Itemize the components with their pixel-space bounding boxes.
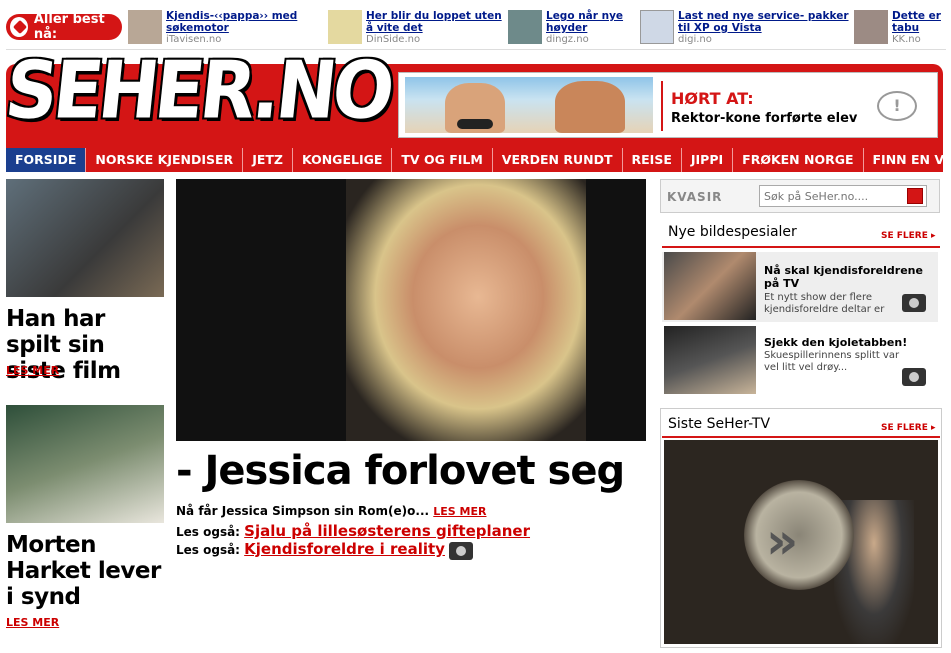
- article-image[interactable]: [6, 179, 164, 297]
- item-title[interactable]: Nå skal kjendisforeldrene på TV: [764, 264, 934, 290]
- speech-bubble-icon: !: [877, 91, 917, 121]
- related-link[interactable]: Sjalu på lillesøsterens gifteplaner: [244, 522, 530, 540]
- main-nav: FORSIDE NORSKE KJENDISER JETZ KONGELIGE …: [6, 148, 951, 172]
- nav-item-reise[interactable]: REISE: [623, 148, 682, 172]
- nav-item-norske-kjendiser[interactable]: NORSKE KJENDISER: [86, 148, 244, 172]
- aller-badge-label: Aller best nå:: [33, 12, 105, 42]
- nav-item-froken-norge[interactable]: FRØKEN NORGE: [733, 148, 864, 172]
- banner-photo: [405, 77, 653, 133]
- banner-divider: [661, 81, 663, 131]
- main-lead-text: Nå får Jessica Simpson sin Rom(e)o...: [176, 504, 430, 518]
- nav-item-jetz[interactable]: JETZ: [243, 148, 293, 172]
- nav-item-tv-og-film[interactable]: TV OG FILM: [392, 148, 493, 172]
- promo-item[interactable]: Last ned nye service- pakker til XP og V…: [640, 10, 850, 50]
- section-heading: Nye bildespesialer: [668, 224, 797, 240]
- see-more-label: SE FLERE: [881, 423, 928, 433]
- camera-icon: [449, 541, 474, 560]
- item-text: Et nytt show der flere kjendisforeldre d…: [764, 292, 885, 315]
- section-divider: [662, 246, 940, 248]
- promo-thumb: [128, 10, 162, 44]
- nav-item-kongelige[interactable]: KONGELIGE: [293, 148, 393, 172]
- main-headline[interactable]: - Jessica forlovet seg: [176, 448, 625, 494]
- promo-thumb: [854, 10, 888, 44]
- promo-thumb: [328, 10, 362, 44]
- see-more-label: SE FLERE: [881, 231, 928, 241]
- aller-badge[interactable]: Aller best nå:: [6, 12, 122, 42]
- promo-title[interactable]: Her blir du loppet uten å vite det: [366, 10, 504, 34]
- promo-title[interactable]: Last ned nye service- pakker til XP og V…: [678, 10, 850, 34]
- aller-logo-icon: [10, 17, 28, 37]
- related-link-row: Les også: Sjalu på lillesøsterens giftep…: [176, 522, 530, 540]
- main-photo-figure: [346, 179, 586, 441]
- main-lead: Nå får Jessica Simpson sin Rom(e)o... LE…: [176, 504, 486, 518]
- search-icon[interactable]: [907, 188, 923, 204]
- header-banner[interactable]: HØRT AT: Rektor-kone forførte elev !: [398, 72, 938, 138]
- read-more-link[interactable]: LES MER: [433, 505, 486, 518]
- promo-item[interactable]: Dette er tabu KK.no: [854, 10, 946, 50]
- list-item[interactable]: Sjekk den kjoletabben! Skuespillerinnens…: [662, 324, 938, 394]
- nav-item-verden-rundt[interactable]: VERDEN RUNDT: [493, 148, 623, 172]
- item-thumb: [664, 326, 756, 394]
- play-icon[interactable]: »: [766, 512, 798, 570]
- item-text: Skuespillerinnens splitt var vel litt ve…: [764, 350, 900, 373]
- item-title[interactable]: Sjekk den kjoletabben!: [764, 336, 934, 349]
- site-header: SEHER.NO HØRT AT: Rektor-kone forførte e…: [1, 44, 943, 149]
- related-label: Les også:: [176, 543, 240, 557]
- article-image[interactable]: [6, 405, 164, 523]
- see-more-link[interactable]: SE FLERE ▸: [881, 423, 936, 433]
- camera-icon: [902, 294, 926, 312]
- section-divider: [662, 436, 940, 438]
- search-box: KVASIR: [660, 179, 940, 213]
- banner-figure-detail: [457, 119, 493, 129]
- promo-title[interactable]: Dette er tabu: [892, 10, 946, 34]
- promo-item[interactable]: Lego når nye høyder dingz.no: [508, 10, 628, 50]
- read-more-link[interactable]: LES MER: [6, 364, 59, 377]
- nav-item-jippi[interactable]: JIPPI: [682, 148, 734, 172]
- section-heading: Siste SeHer-TV: [668, 416, 771, 432]
- related-link[interactable]: Kjendisforeldre i reality: [244, 540, 445, 558]
- video-player[interactable]: »: [664, 440, 938, 644]
- main-article-image[interactable]: [176, 179, 646, 441]
- banner-subtext: Rektor-kone forførte elev: [671, 111, 858, 126]
- camera-icon: [902, 368, 926, 386]
- promo-title[interactable]: Lego når nye høyder: [546, 10, 628, 34]
- promo-source: dingz.no: [546, 34, 589, 45]
- banner-heading: HØRT AT:: [671, 89, 754, 108]
- item-thumb: [664, 252, 756, 320]
- related-label: Les også:: [176, 525, 240, 539]
- site-logo[interactable]: SEHER.NO: [1, 44, 395, 136]
- search-input[interactable]: [759, 185, 927, 207]
- promo-source: digi.no: [678, 34, 712, 45]
- promo-source: KK.no: [892, 34, 921, 45]
- promo-thumb: [508, 10, 542, 44]
- related-link-row: Les også: Kjendisforeldre i reality: [176, 540, 474, 560]
- promo-title[interactable]: Kjendis-‹‹pappa›› med søkemotor: [166, 10, 300, 34]
- read-more-link[interactable]: LES MER: [6, 616, 59, 629]
- play-button-ring: [744, 480, 854, 590]
- kvasir-logo: KVASIR: [667, 190, 723, 204]
- list-item[interactable]: Nå skal kjendisforeldrene på TV Et nytt …: [662, 252, 938, 322]
- article-headline[interactable]: Morten Harket lever i synd: [6, 532, 166, 610]
- nav-item-forside[interactable]: FORSIDE: [6, 148, 87, 172]
- promo-thumb: [640, 10, 674, 44]
- see-more-link[interactable]: SE FLERE ▸: [881, 231, 936, 241]
- nav-item-finn-en-venn[interactable]: FINN EN VENN: [864, 148, 951, 172]
- banner-figure: [555, 81, 625, 133]
